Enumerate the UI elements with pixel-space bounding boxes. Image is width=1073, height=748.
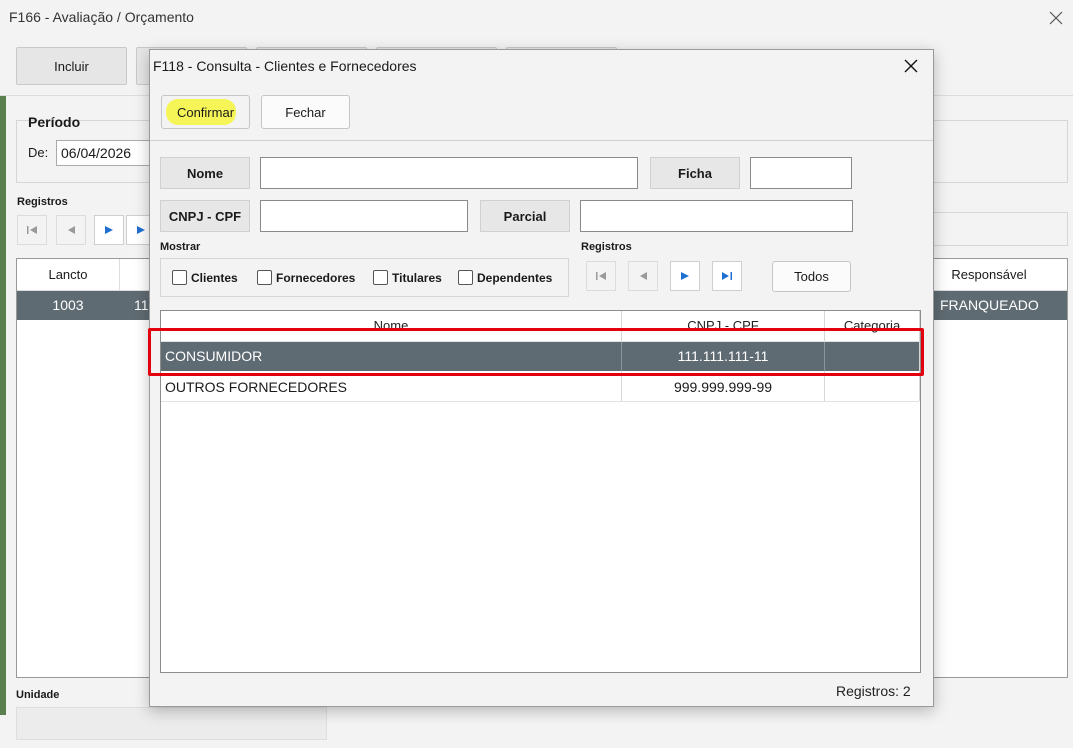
prev-record-icon [638,271,648,281]
row-divider [161,401,919,402]
background-window-title: F166 - Avaliação / Orçamento [9,9,194,25]
cell-partial: 11 [134,297,149,313]
next-record-button[interactable] [94,215,124,245]
unidade-label: Unidade [16,689,60,701]
checkbox-box[interactable] [373,270,388,285]
close-icon[interactable] [1047,9,1065,27]
todos-button[interactable]: Todos [772,261,851,292]
last-record-button[interactable] [712,261,742,291]
cell-nome: OUTROS FORNECEDORES [165,379,348,395]
column-header-lancto[interactable]: Lancto [17,267,119,282]
unidade-input[interactable] [16,707,327,740]
ficha-label: Ficha [650,157,740,189]
checkbox-label: Fornecedores [276,270,356,285]
checkbox-box[interactable] [257,270,272,285]
periodo-label: Período [28,114,81,130]
cnpj-cpf-input[interactable] [260,200,468,232]
first-record-icon [595,271,607,281]
prev-record-icon [66,225,76,235]
confirmar-button[interactable]: Confirmar [161,95,250,129]
first-record-icon [26,225,38,235]
checkbox-label: Titulares [392,270,442,285]
cell-responsavel: FRANQUEADO [940,297,1039,313]
close-icon[interactable] [902,57,920,75]
incluir-button[interactable]: Incluir [16,47,127,85]
fechar-button[interactable]: Fechar [261,95,350,129]
checkbox-label: Clientes [191,270,238,285]
cell-cnpj-cpf: 999.999.999-99 [673,379,773,395]
checkbox-box[interactable] [458,270,473,285]
column-header-responsavel[interactable]: Responsável [932,267,1046,282]
parcial-label: Parcial [480,200,570,232]
de-date-input[interactable]: 06/04/2026 [56,140,152,166]
checkbox-box[interactable] [172,270,187,285]
registros-label: Registros [17,196,68,208]
checkbox-label: Dependentes [477,270,553,285]
cell-lancto: 1003 [52,297,84,313]
prev-record-button[interactable] [628,261,658,291]
next-record-icon [104,225,114,235]
next-record-button[interactable] [670,261,700,291]
record-count: Registros: 2 [836,683,911,699]
fechar-label: Fechar [285,104,326,120]
next-record-icon [680,271,690,281]
last-record-icon [721,271,733,281]
nome-input[interactable] [260,157,638,189]
highlight-annotation [148,328,924,376]
checkbox-titulares[interactable]: Titulares [373,270,442,285]
dialog-title: F118 - Consulta - Clientes e Fornecedore… [153,58,417,74]
first-record-button[interactable] [586,261,616,291]
ficha-input[interactable] [750,157,852,189]
last-record-icon [136,225,146,235]
checkbox-clientes[interactable]: Clientes [172,270,238,285]
toolbar-divider [150,140,933,141]
desktop-edge-strip [0,95,6,715]
checkbox-dependentes[interactable]: Dependentes [458,270,552,285]
incluir-label: Incluir [54,58,89,74]
prev-record-button[interactable] [56,215,86,245]
de-label: De: [28,145,49,160]
mostrar-label: Mostrar [160,241,201,253]
todos-label: Todos [794,269,829,284]
cnpj-cpf-label: CNPJ - CPF [160,200,250,232]
registros-group [932,212,1068,246]
parcial-input[interactable] [580,200,853,232]
column-divider [119,259,120,291]
nome-label: Nome [160,157,250,189]
checkbox-fornecedores[interactable]: Fornecedores [257,270,355,285]
first-record-button[interactable] [17,215,47,245]
registros-label: Registros [581,241,632,253]
confirmar-label: Confirmar [176,104,235,120]
